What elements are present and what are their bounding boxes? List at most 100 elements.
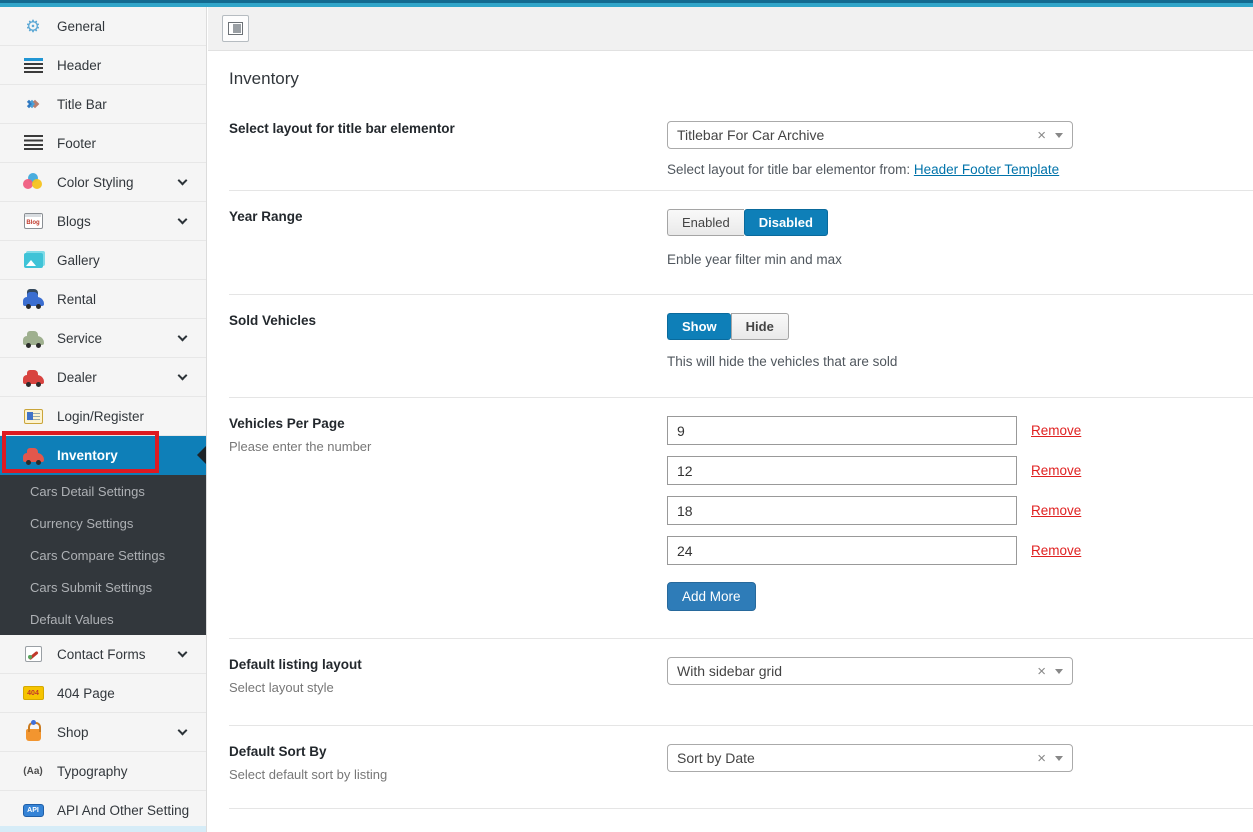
sidebar-item-gallery[interactable]: Gallery	[0, 241, 206, 280]
footer-lines-icon	[21, 133, 45, 153]
sidebar-item-label: Dealer	[57, 370, 97, 385]
sidebar-item-label: Rental	[57, 292, 96, 307]
field-label: Vehicles Per Page	[229, 416, 647, 431]
sidebar-item-rental[interactable]: Rental	[0, 280, 206, 319]
color-circles-icon	[21, 172, 45, 192]
submenu-item-currency-settings[interactable]: Currency Settings	[0, 507, 206, 539]
field-sublabel: Please enter the number	[229, 439, 647, 454]
sidebar-item-label: Shop	[57, 725, 89, 740]
sidebar-item-title-bar[interactable]: Title Bar	[0, 85, 206, 124]
api-icon-text: API	[23, 804, 44, 817]
field-label: Year Range	[229, 209, 647, 224]
top-accent-bar	[0, 0, 1253, 7]
page-title: Inventory	[229, 69, 1253, 89]
sold-vehicles-button-set: Show Hide	[667, 313, 789, 340]
submenu-item-default-values[interactable]: Default Values	[0, 603, 206, 635]
vehicles-per-page-input-4[interactable]	[667, 536, 1017, 565]
field-row-default-listing-layout: Default listing layout Select layout sty…	[229, 639, 1253, 726]
multi-text-row: Remove	[667, 456, 1253, 485]
sidebar-item-label: Contact Forms	[57, 647, 146, 662]
panel-toggle-button[interactable]	[222, 15, 249, 42]
sidebar-item-api-settings[interactable]: API API And Other Setting	[0, 791, 206, 830]
field-label: Select layout for title bar elementor	[229, 121, 647, 136]
contact-forms-icon	[21, 644, 45, 664]
field-row-year-range: Year Range Enabled Disabled Enble year f…	[229, 191, 1253, 295]
sidebar-item-label: Color Styling	[57, 175, 134, 190]
sidebar-item-label: Inventory	[57, 448, 118, 463]
remove-link[interactable]: Remove	[1031, 423, 1081, 438]
submenu-item-cars-detail-settings[interactable]: Cars Detail Settings	[0, 475, 206, 507]
submenu-item-cars-submit-settings[interactable]: Cars Submit Settings	[0, 571, 206, 603]
field-helper: Enble year filter min and max	[667, 252, 1253, 267]
settings-sidebar: ⚙ General Header Title Bar Footer Color …	[0, 7, 207, 832]
404-page-icon: 404	[21, 683, 45, 703]
multi-text-row: Remove	[667, 416, 1253, 445]
select-value: Sort by Date	[677, 750, 1037, 766]
sidebar-item-typography[interactable]: (Aa) Typography	[0, 752, 206, 791]
sidebar-item-shop[interactable]: Shop	[0, 713, 206, 752]
field-row-default-sort-by: Default Sort By Select default sort by l…	[229, 726, 1253, 809]
submenu-item-cars-compare-settings[interactable]: Cars Compare Settings	[0, 539, 206, 571]
sidebar-item-inventory[interactable]: Inventory	[0, 436, 206, 475]
vehicles-per-page-input-2[interactable]	[667, 456, 1017, 485]
sidebar-item-label: Typography	[57, 764, 128, 779]
header-lines-icon	[21, 55, 45, 75]
blog-icon-text: Blog	[26, 220, 39, 226]
sidebar-item-footer[interactable]: Footer	[0, 124, 206, 163]
sidebar-item-label: Blogs	[57, 214, 91, 229]
sold-vehicles-hide-button[interactable]: Hide	[731, 313, 789, 340]
field-label: Sold Vehicles	[229, 313, 647, 328]
sidebar-item-label: Footer	[57, 136, 96, 151]
sidebar-item-blogs[interactable]: Blog Blogs	[0, 202, 206, 241]
sidebar-item-service[interactable]: Service	[0, 319, 206, 358]
sidebar-item-contact-forms[interactable]: Contact Forms	[0, 635, 206, 674]
sidebar-item-label: API And Other Setting	[57, 803, 189, 818]
select-clear-icon[interactable]: ×	[1037, 664, 1046, 679]
select-value: With sidebar grid	[677, 663, 1037, 679]
typography-icon-text: (Aa)	[23, 766, 42, 777]
sidebar-item-color-styling[interactable]: Color Styling	[0, 163, 206, 202]
multi-text-row: Remove	[667, 536, 1253, 565]
theme-options-screen: ⚙ General Header Title Bar Footer Color …	[0, 0, 1253, 832]
sidebar-item-general[interactable]: ⚙ General	[0, 7, 206, 46]
select-clear-icon[interactable]: ×	[1037, 751, 1046, 766]
field-row-titlebar-layout: Select layout for title bar elementor Ti…	[229, 103, 1253, 191]
sidebar-item-dealer[interactable]: Dealer	[0, 358, 206, 397]
api-chip-icon: API	[21, 800, 45, 820]
remove-link[interactable]: Remove	[1031, 503, 1081, 518]
titlebar-layout-select[interactable]: Titlebar For Car Archive ×	[667, 121, 1073, 149]
rental-car-icon	[21, 289, 45, 309]
field-row-vehicles-per-page: Vehicles Per Page Please enter the numbe…	[229, 398, 1253, 639]
vehicles-per-page-input-1[interactable]	[667, 416, 1017, 445]
sidebar-item-header[interactable]: Header	[0, 46, 206, 85]
default-sort-by-select[interactable]: Sort by Date ×	[667, 744, 1073, 772]
default-listing-layout-select[interactable]: With sidebar grid ×	[667, 657, 1073, 685]
field-row-sold-vehicles: Sold Vehicles Show Hide This will hide t…	[229, 295, 1253, 398]
dealer-car-icon	[21, 367, 45, 387]
sidebar-item-label: General	[57, 19, 105, 34]
add-more-button[interactable]: Add More	[667, 582, 756, 611]
chevron-down-icon	[178, 647, 188, 657]
sidebar-item-404-page[interactable]: 404 404 Page	[0, 674, 206, 713]
gallery-photo-icon	[21, 250, 45, 270]
year-range-disabled-button[interactable]: Disabled	[744, 209, 828, 236]
service-car-icon	[21, 328, 45, 348]
header-footer-template-link[interactable]: Header Footer Template	[914, 162, 1059, 177]
field-label: Default Sort By	[229, 744, 647, 759]
select-value: Titlebar For Car Archive	[677, 127, 1037, 143]
inventory-car-icon	[21, 445, 45, 465]
year-range-button-set: Enabled Disabled	[667, 209, 828, 236]
sidebar-item-label: Login/Register	[57, 409, 144, 424]
sidebar-item-label: Title Bar	[57, 97, 107, 112]
remove-link[interactable]: Remove	[1031, 463, 1081, 478]
settings-content: Inventory Select layout for title bar el…	[208, 51, 1253, 832]
select-arrow-icon	[1055, 669, 1063, 674]
year-range-enabled-button[interactable]: Enabled	[667, 209, 744, 236]
remove-link[interactable]: Remove	[1031, 543, 1081, 558]
field-sublabel: Select layout style	[229, 680, 647, 695]
vehicles-per-page-input-3[interactable]	[667, 496, 1017, 525]
chevron-down-icon	[178, 370, 188, 380]
sold-vehicles-show-button[interactable]: Show	[667, 313, 731, 340]
select-clear-icon[interactable]: ×	[1037, 128, 1046, 143]
sidebar-item-login-register[interactable]: Login/Register	[0, 397, 206, 436]
